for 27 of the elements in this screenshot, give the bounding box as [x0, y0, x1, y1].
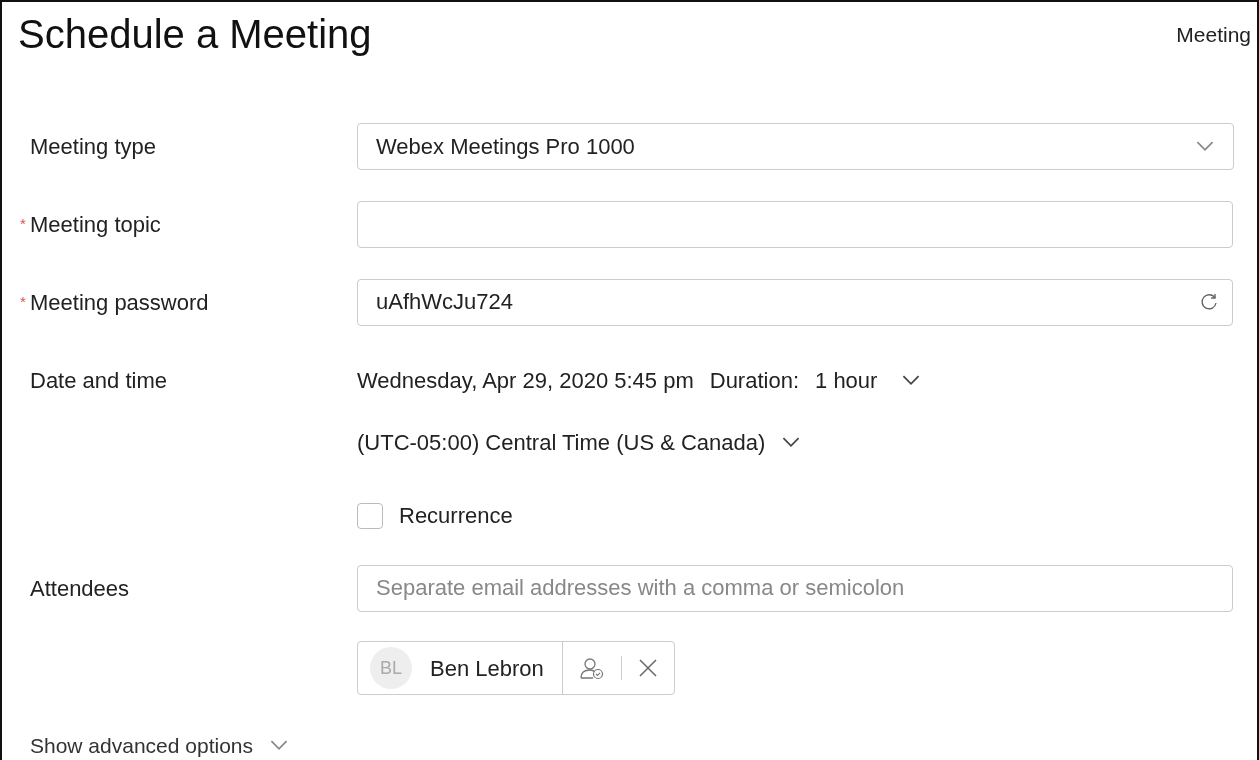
field-label: Date and time — [30, 366, 167, 395]
chevron-down-icon[interactable] — [781, 435, 802, 449]
refresh-icon[interactable] — [1199, 291, 1219, 312]
required-marker: * — [19, 213, 27, 234]
field-label: Meeting password — [30, 288, 209, 317]
text-field[interactable] — [357, 200, 1233, 248]
avatar-initials: BL — [370, 647, 412, 689]
advanced-options-link[interactable]: Show advanced options — [30, 730, 253, 760]
meeting-link[interactable]: Meeting — [1176, 19, 1251, 51]
field-label: Meeting topic — [30, 210, 161, 239]
attendees-field[interactable]: Separate email addresses with a comma or semicolon — [357, 564, 1233, 612]
select-field[interactable]: Webex Meetings Pro 1000 — [357, 122, 1234, 170]
close-icon[interactable] — [637, 658, 658, 678]
recurrence-checkbox[interactable] — [357, 502, 383, 529]
date-time-text[interactable]: Wednesday, Apr 29, 2020 5:45 pm — [357, 363, 694, 397]
required-marker: * — [19, 291, 27, 312]
checkbox-label: Recurrence — [399, 502, 513, 530]
field-label: Attendees — [30, 574, 130, 603]
user-check-icon[interactable] — [578, 656, 605, 680]
timezone-text[interactable]: (UTC-05:00) Central Time (US & Canada) — [357, 425, 766, 459]
password-field[interactable]: uAfhWcJu724 — [357, 278, 1233, 326]
duration-value[interactable]: 1 hour — [815, 363, 878, 397]
field-label: Meeting type — [30, 132, 156, 161]
page-title: Schedule a Meeting — [18, 14, 372, 54]
chevron-down-icon[interactable] — [901, 373, 922, 387]
attendee-name: Ben Lebron — [430, 654, 544, 683]
duration-label: Duration: — [709, 366, 800, 395]
